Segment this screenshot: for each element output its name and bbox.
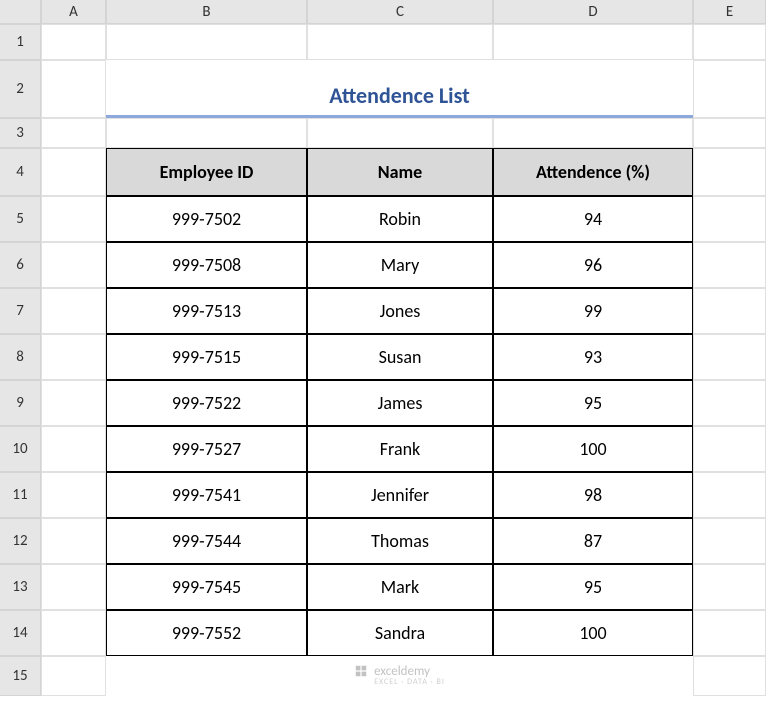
row-10[interactable]: 10 [0,426,41,472]
row-2[interactable]: 2 [0,60,41,118]
cell-E9[interactable] [693,380,766,426]
row-14[interactable]: 14 [0,610,41,656]
cell-E5[interactable] [693,196,766,242]
cell-name[interactable]: Jennifer [307,472,493,518]
col-D[interactable]: D [493,0,693,24]
cell-A9[interactable] [41,380,106,426]
cell-att[interactable]: 93 [493,334,693,380]
title[interactable]: Attendence List [106,60,693,118]
row-12[interactable]: 12 [0,518,41,564]
row-4[interactable]: 4 [0,148,41,196]
cell-E1[interactable] [693,24,766,60]
cell-id[interactable]: 999-7527 [106,426,307,472]
header-name[interactable]: Name [307,148,493,196]
cell-name[interactable]: Robin [307,196,493,242]
cell-E8[interactable] [693,334,766,380]
cell-name[interactable]: Frank [307,426,493,472]
cell-att[interactable]: 94 [493,196,693,242]
spreadsheet: A B C D E 1 2 Attendence List 3 4 Employ… [0,0,767,723]
cell-id[interactable]: 999-7545 [106,564,307,610]
cell-att[interactable]: 96 [493,242,693,288]
row-8[interactable]: 8 [0,334,41,380]
cell-att[interactable]: 100 [493,610,693,656]
col-B[interactable]: B [106,0,307,24]
cell-A8[interactable] [41,334,106,380]
cell-att[interactable]: 100 [493,426,693,472]
cell-E10[interactable] [693,426,766,472]
cell-E15[interactable] [693,656,766,696]
cell-E12[interactable] [693,518,766,564]
row-6[interactable]: 6 [0,242,41,288]
row-3[interactable]: 3 [0,118,41,148]
logo-icon [354,664,368,678]
cell-id[interactable]: 999-7513 [106,288,307,334]
cell-E11[interactable] [693,472,766,518]
cell-att[interactable]: 99 [493,288,693,334]
cell-E6[interactable] [693,242,766,288]
cell-A7[interactable] [41,288,106,334]
cell-A10[interactable] [41,426,106,472]
header-employee-id[interactable]: Employee ID [106,148,307,196]
cell-id[interactable]: 999-7541 [106,472,307,518]
cell-E3[interactable] [693,118,766,148]
col-C[interactable]: C [307,0,493,24]
cell-id[interactable]: 999-7522 [106,380,307,426]
watermark-text: exceldemy EXCEL · DATA · BI [374,664,445,687]
cell-B3[interactable] [106,118,307,148]
row-9[interactable]: 9 [0,380,41,426]
cell-A3[interactable] [41,118,106,148]
cell-A1[interactable] [41,24,106,60]
cell-C1[interactable] [307,24,493,60]
cell-name[interactable]: Thomas [307,518,493,564]
row-5[interactable]: 5 [0,196,41,242]
cell-name[interactable]: Mary [307,242,493,288]
cell-E7[interactable] [693,288,766,334]
cell-A5[interactable] [41,196,106,242]
cell-A15[interactable] [41,656,106,696]
cell-A12[interactable] [41,518,106,564]
row-11[interactable]: 11 [0,472,41,518]
row-15[interactable]: 15 [0,656,41,696]
cell-C3[interactable] [307,118,493,148]
cell-E2[interactable] [693,60,766,118]
header-attendance[interactable]: Attendence (%) [493,148,693,196]
row-7[interactable]: 7 [0,288,41,334]
cell-A13[interactable] [41,564,106,610]
cell-A14[interactable] [41,610,106,656]
watermark: exceldemy EXCEL · DATA · BI [106,656,693,696]
row-13[interactable]: 13 [0,564,41,610]
select-all-corner[interactable] [0,0,41,24]
cell-B1[interactable] [106,24,307,60]
col-E[interactable]: E [693,0,766,24]
cell-A11[interactable] [41,472,106,518]
row-1[interactable]: 1 [0,24,41,60]
cell-id[interactable]: 999-7515 [106,334,307,380]
cell-name[interactable]: Mark [307,564,493,610]
cell-D3[interactable] [493,118,693,148]
cell-att[interactable]: 87 [493,518,693,564]
cell-id[interactable]: 999-7502 [106,196,307,242]
cell-att[interactable]: 95 [493,564,693,610]
cell-name[interactable]: Jones [307,288,493,334]
cell-D1[interactable] [493,24,693,60]
cell-E4[interactable] [693,148,766,196]
cell-id[interactable]: 999-7544 [106,518,307,564]
watermark-tag: EXCEL · DATA · BI [374,677,445,687]
cell-id[interactable]: 999-7552 [106,610,307,656]
cell-E14[interactable] [693,610,766,656]
cell-id[interactable]: 999-7508 [106,242,307,288]
col-A[interactable]: A [41,0,106,24]
cell-E13[interactable] [693,564,766,610]
cell-att[interactable]: 98 [493,472,693,518]
cell-name[interactable]: Susan [307,334,493,380]
cell-name[interactable]: Sandra [307,610,493,656]
cell-A4[interactable] [41,148,106,196]
cell-A6[interactable] [41,242,106,288]
cell-att[interactable]: 95 [493,380,693,426]
cell-name[interactable]: James [307,380,493,426]
cell-A2[interactable] [41,60,106,118]
grid: A B C D E 1 2 Attendence List 3 4 Employ… [0,0,767,696]
